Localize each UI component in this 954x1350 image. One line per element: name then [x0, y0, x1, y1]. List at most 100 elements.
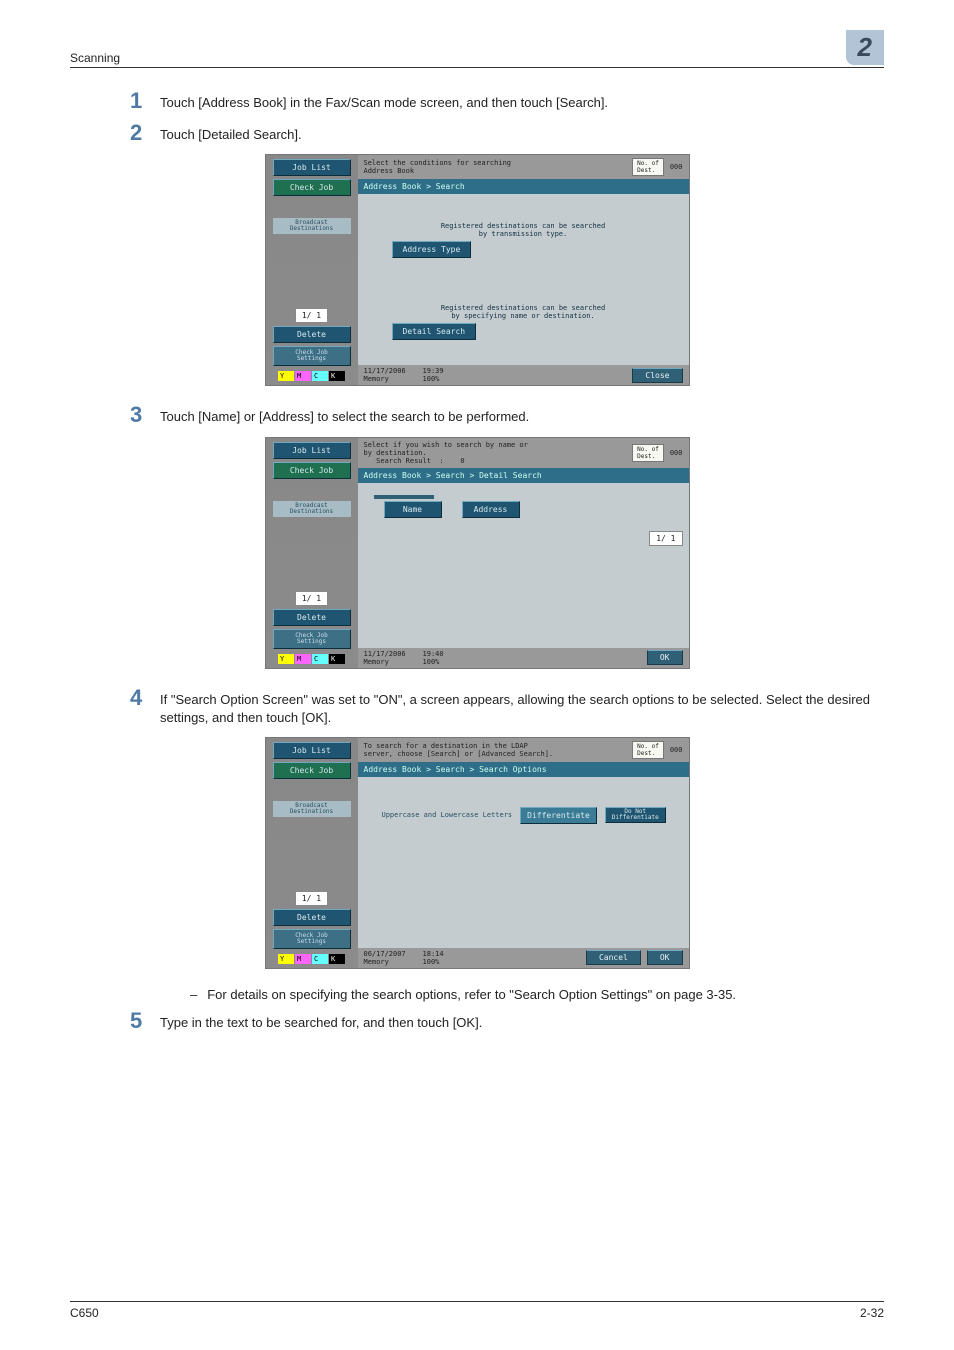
toner-m: M — [295, 371, 311, 381]
page-indicator: 1/ 1 — [295, 591, 328, 606]
job-list-button[interactable]: Job List — [273, 742, 351, 759]
job-list-button[interactable]: Job List — [273, 159, 351, 176]
toner-k: K — [329, 371, 345, 381]
main-panel: To search for a destination in the LDAP … — [358, 738, 689, 968]
step-4-note: For details on specifying the search opt… — [190, 987, 884, 1002]
toner-k: K — [329, 654, 345, 664]
ok-button[interactable]: OK — [647, 950, 683, 965]
dest-count-label: No. of Dest. — [632, 741, 664, 759]
message-bar: Select if you wish to search by name or … — [358, 438, 689, 468]
step-text: Touch [Name] or [Address] to select the … — [160, 404, 884, 426]
search-screen: Job List Check Job Broadcast Destination… — [265, 154, 690, 386]
toner-indicator: Y M C K — [278, 954, 345, 964]
step-number: 2 — [130, 122, 160, 144]
status-bar: 06/17/2007 18:14 Memory 100% Cancel OK — [358, 948, 689, 968]
status-bar: 11/17/2006 19:39 Memory 100% Close — [358, 365, 689, 385]
status-time: 19:40 — [423, 650, 444, 658]
status-bar: 11/17/2006 19:40 Memory 100% OK — [358, 648, 689, 668]
cancel-button[interactable]: Cancel — [586, 950, 641, 965]
hint-addr-type: Registered destinations can be searched … — [364, 222, 683, 238]
delete-button[interactable]: Delete — [273, 326, 351, 343]
delete-button[interactable]: Delete — [273, 609, 351, 626]
check-job-settings-button[interactable]: Check Job Settings — [273, 629, 351, 649]
memory-value: 100% — [423, 958, 440, 966]
page-footer: C650 2-32 — [70, 1301, 884, 1320]
check-job-settings-button[interactable]: Check Job Settings — [273, 929, 351, 949]
toner-indicator: Y M C K — [278, 654, 345, 664]
status-date: 06/17/2007 — [364, 950, 406, 958]
step-text: Type in the text to be searched for, and… — [160, 1010, 884, 1032]
memory-label: Memory — [364, 958, 389, 966]
page-number: 2-32 — [860, 1306, 884, 1320]
address-button[interactable]: Address — [462, 501, 520, 518]
hint-detail-search: Registered destinations can be searched … — [364, 304, 683, 320]
dest-count-value: 000 — [670, 163, 683, 171]
status-time: 18:14 — [423, 950, 444, 958]
status-time: 19:39 — [423, 367, 444, 375]
differentiate-button[interactable]: Differentiate — [520, 807, 597, 824]
message-bar: To search for a destination in the LDAP … — [358, 738, 689, 762]
message-bar: Select the conditions for searching Addr… — [358, 155, 689, 179]
step-number: 4 — [130, 687, 160, 709]
step-text: Touch [Address Book] in the Fax/Scan mod… — [160, 90, 884, 112]
step-text: If "Search Option Screen" was set to "ON… — [160, 687, 884, 727]
job-list-button[interactable]: Job List — [273, 442, 351, 459]
step-text: Touch [Detailed Search]. — [160, 122, 884, 144]
breadcrumb: Address Book > Search — [358, 179, 689, 194]
step-5: 5 Type in the text to be searched for, a… — [130, 1010, 884, 1032]
dest-count-label: No. of Dest. — [632, 158, 664, 176]
section-title: Scanning — [70, 51, 120, 65]
page-header: Scanning 2 — [70, 30, 884, 68]
broadcast-destinations-label: Broadcast Destinations — [273, 801, 351, 817]
step-4: 4 If "Search Option Screen" was set to "… — [130, 687, 884, 727]
dest-count-label: No. of Dest. — [632, 444, 664, 462]
step-number: 5 — [130, 1010, 160, 1032]
body-area: Name Address 1/ 1 — [358, 483, 689, 648]
delete-button[interactable]: Delete — [273, 909, 351, 926]
check-job-button[interactable]: Check Job — [273, 462, 351, 479]
broadcast-destinations-label: Broadcast Destinations — [273, 501, 351, 517]
check-job-settings-button[interactable]: Check Job Settings — [273, 346, 351, 366]
toner-c: C — [312, 654, 328, 664]
left-panel: Job List Check Job Broadcast Destination… — [266, 155, 358, 385]
address-type-button[interactable]: Address Type — [392, 241, 472, 258]
check-job-button[interactable]: Check Job — [273, 762, 351, 779]
broadcast-destinations-label: Broadcast Destinations — [273, 218, 351, 234]
ok-button[interactable]: OK — [647, 650, 683, 665]
model-number: C650 — [70, 1306, 99, 1320]
name-button[interactable]: Name — [384, 501, 442, 518]
breadcrumb: Address Book > Search > Detail Search — [358, 468, 689, 483]
left-panel: Job List Check Job Broadcast Destination… — [266, 738, 358, 968]
status-date: 11/17/2006 — [364, 367, 406, 375]
memory-label: Memory — [364, 375, 389, 383]
toner-y: Y — [278, 371, 294, 381]
toner-y: Y — [278, 954, 294, 964]
do-not-differentiate-button[interactable]: Do Not Differentiate — [605, 807, 666, 823]
status-date: 11/17/2006 — [364, 650, 406, 658]
dest-count-value: 000 — [670, 746, 683, 754]
memory-label: Memory — [364, 658, 389, 666]
check-job-button[interactable]: Check Job — [273, 179, 351, 196]
toner-indicator: Y M C K — [278, 371, 345, 381]
result-pager: 1/ 1 — [649, 531, 682, 546]
step-number: 3 — [130, 404, 160, 426]
detail-search-button[interactable]: Detail Search — [392, 323, 477, 340]
memory-value: 100% — [423, 375, 440, 383]
instruction-text: Select if you wish to search by name or … — [364, 441, 528, 465]
dest-count-value: 000 — [670, 449, 683, 457]
page-indicator: 1/ 1 — [295, 891, 328, 906]
step-number: 1 — [130, 90, 160, 112]
toner-m: M — [295, 954, 311, 964]
step-1: 1 Touch [Address Book] in the Fax/Scan m… — [130, 90, 884, 112]
breadcrumb: Address Book > Search > Search Options — [358, 762, 689, 777]
instruction-text: To search for a destination in the LDAP … — [364, 742, 554, 758]
main-panel: Select if you wish to search by name or … — [358, 438, 689, 668]
memory-value: 100% — [423, 658, 440, 666]
body-area: Registered destinations can be searched … — [358, 194, 689, 365]
toner-k: K — [329, 954, 345, 964]
toner-c: C — [312, 371, 328, 381]
close-button[interactable]: Close — [632, 368, 682, 383]
page-indicator: 1/ 1 — [295, 308, 328, 323]
step-3: 3 Touch [Name] or [Address] to select th… — [130, 404, 884, 426]
instruction-text: Select the conditions for searching Addr… — [364, 159, 512, 175]
